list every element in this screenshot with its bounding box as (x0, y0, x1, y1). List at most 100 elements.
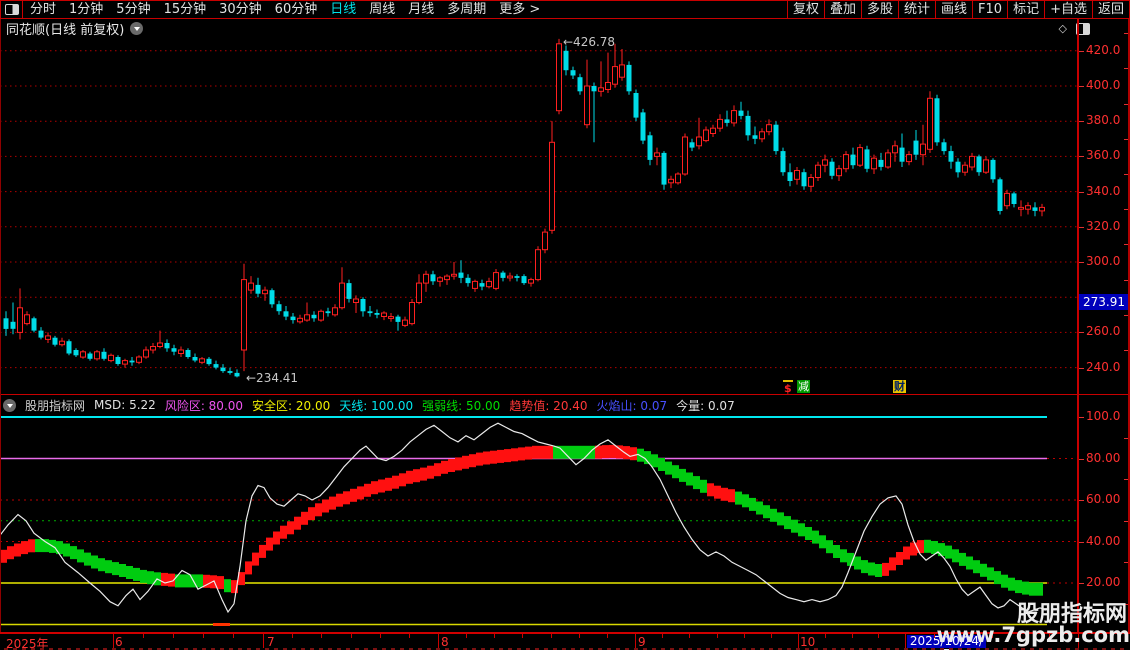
minor-tick (351, 634, 352, 638)
axis-tick (1079, 583, 1084, 584)
minor-tick (551, 634, 552, 638)
month-tick (113, 634, 114, 648)
axis-tick (1079, 226, 1084, 228)
month-tick (905, 634, 906, 648)
indicator-field-3: 风险区: 80.00 (164, 398, 244, 413)
axis-tick (1079, 367, 1084, 369)
minor-tick (771, 634, 772, 638)
minor-tick (934, 634, 935, 638)
minor-tick (717, 634, 718, 638)
minor-tick (143, 634, 144, 638)
indicator-axis-label: 100.0 (1086, 409, 1121, 423)
diamond-icon[interactable]: ◇ (1059, 22, 1067, 35)
axis-tick (1079, 191, 1084, 193)
chevron-down-icon[interactable] (130, 21, 144, 35)
low-annotation: ←234.41 (246, 371, 299, 385)
high-annotation: ←426.78 (563, 35, 616, 49)
axis-border (1077, 19, 1079, 646)
month-tick (263, 634, 264, 648)
event-marker-reduce[interactable]: 减 (797, 380, 810, 393)
chevron-down-icon[interactable] (3, 398, 16, 412)
axis-tick (1079, 417, 1084, 418)
toolbar-button-8[interactable]: +自选 (1044, 1, 1092, 18)
price-axis-label: 400.0 (1086, 78, 1121, 92)
minor-tick (292, 634, 293, 638)
indicator-axis-label: 20.00 (1086, 575, 1121, 589)
period-tabs: 分时 1分钟 5分钟 15分钟 30分钟 60分钟 日线 周线 月线 多周期 更多 > (23, 1, 540, 18)
price-chart[interactable] (0, 36, 1078, 395)
period-tab-5[interactable]: 30分钟 (219, 1, 262, 18)
month-tick (798, 634, 799, 648)
period-tab-2[interactable]: 1分钟 (69, 1, 103, 18)
minor-tick (579, 634, 580, 638)
minor-tick (380, 634, 381, 638)
axis-tick (1079, 50, 1084, 52)
minor-tick (852, 634, 853, 638)
price-axis-label: 240.0 (1086, 359, 1121, 374)
minor-tick (233, 634, 234, 638)
indicator-field-4: 安全区: 20.00 (252, 398, 331, 413)
minor-tick (878, 634, 879, 638)
period-tab-7[interactable]: 日线 (330, 1, 356, 18)
toolbar-button-7[interactable]: 标记 (1007, 1, 1044, 18)
indicator-field-9: 今量: 0.07 (676, 398, 735, 413)
period-tab-8[interactable]: 周线 (369, 1, 395, 18)
indicator-field-7: 趋势值: 20.40 (509, 398, 588, 413)
indicator-header: 股朋指标网 MSD: 5.22 风险区: 80.00 安全区: 20.00 天线: 10… (0, 396, 1079, 414)
left-frame (0, 19, 1, 645)
minor-tick (662, 634, 663, 638)
event-marker-report[interactable]: 财 (893, 380, 906, 393)
trend-ribbon (0, 444, 1043, 596)
period-tab-6[interactable]: 60分钟 (275, 1, 318, 18)
period-tab-11[interactable]: 更多 > (499, 1, 540, 18)
indicator-chart[interactable] (0, 415, 1078, 632)
price-gridlines (0, 50, 1078, 369)
month-tick (438, 634, 439, 648)
toolbar-button-1[interactable]: 复权 (786, 1, 824, 18)
indicator-field-6: 强弱线: 50.00 (422, 398, 501, 413)
period-tab-3[interactable]: 5分钟 (116, 1, 150, 18)
toolbar-button-9[interactable]: 返回 (1091, 1, 1129, 18)
price-axis-label: 260.0 (1086, 324, 1121, 339)
period-tab-1[interactable]: 分时 (30, 1, 56, 18)
last-price-badge: 273.91 (1078, 294, 1130, 311)
price-axis-label: 300.0 (1086, 254, 1121, 268)
period-toolbar: 分时 1分钟 5分钟 15分钟 30分钟 60分钟 日线 周线 月线 多周期 更多 > 复权 叠加 多股… (0, 0, 1130, 19)
toolbar-button-5[interactable]: 画线 (935, 1, 972, 18)
pane-divider (0, 394, 1130, 395)
window-icon[interactable] (5, 4, 19, 15)
toolbar-button-3[interactable]: 多股 (860, 1, 898, 18)
indicator-field-8: 火焰山: 0.07 (596, 398, 668, 413)
indicator-axis-label: 60.00 (1086, 492, 1121, 506)
chart-titlebar: 同花顺(日线 前复权) (0, 20, 1076, 38)
price-axis-label: 380.0 (1086, 113, 1121, 128)
axis-tick (1079, 156, 1084, 158)
minor-tick (689, 634, 690, 638)
indicator-axis-label: 40.00 (1086, 533, 1121, 548)
indicator-axis-label: 80.00 (1086, 450, 1121, 465)
period-tab-9[interactable]: 月线 (408, 1, 434, 18)
toolbar-button-6[interactable]: F10 (972, 1, 1007, 18)
price-axis-label: 420.0 (1086, 42, 1121, 57)
minor-tick (744, 634, 745, 638)
axis-tick (1079, 541, 1084, 543)
axis-tick (1079, 262, 1084, 263)
period-tab-4[interactable]: 15分钟 (164, 1, 207, 18)
event-marker-dividend[interactable]: $ (783, 380, 793, 395)
minor-tick (466, 634, 467, 638)
tonghuashun-window: 分时 1分钟 5分钟 15分钟 30分钟 60分钟 日线 周线 月线 多周期 更多 > 复权 叠加 多股… (0, 0, 1130, 650)
period-tab-10[interactable]: 多周期 (447, 1, 486, 18)
toolbar-button-2[interactable]: 叠加 (823, 1, 861, 18)
axis-tick (1079, 458, 1084, 460)
indicator-field-2: MSD: 5.22 (94, 398, 156, 412)
minor-tick (522, 634, 523, 638)
minor-tick (173, 634, 174, 638)
axis-tick (1079, 121, 1084, 123)
minor-tick (494, 634, 495, 638)
toolbar-button-4[interactable]: 统计 (898, 1, 935, 18)
minor-tick (409, 634, 410, 638)
axis-tick (1079, 332, 1084, 334)
month-tick (635, 634, 636, 648)
minor-tick (321, 634, 322, 638)
watermark-url: www.7gpzb.com (936, 623, 1130, 647)
